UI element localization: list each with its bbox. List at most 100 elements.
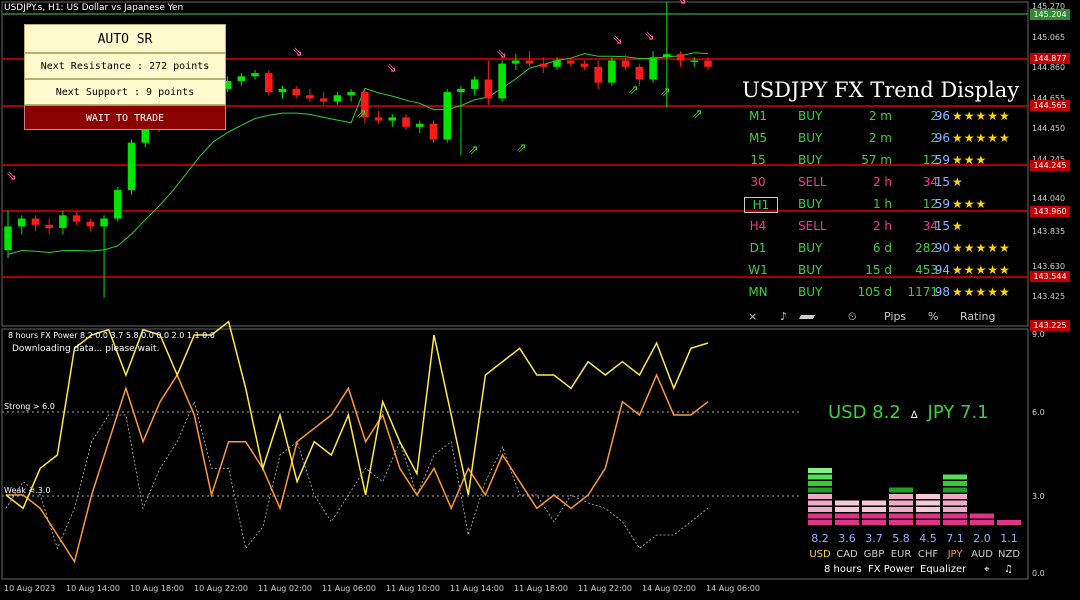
price-axis-label: 144.040 [1032, 194, 1066, 203]
candle-body [86, 221, 95, 227]
equalizer-segment [916, 494, 940, 499]
price-axis-label: 143.630 [1032, 262, 1066, 271]
time-axis-label: 11 Aug 10:00 [386, 584, 440, 593]
currency-name: CHF [917, 549, 939, 560]
equalizer-segment [997, 520, 1021, 525]
buy-arrow-icon: ⇗ [516, 141, 527, 156]
currency-name: JPY [947, 549, 963, 560]
duration-cell: 2 h [872, 175, 892, 189]
equalizer-segment [808, 468, 832, 473]
buy-arrow-icon: ⇗ [628, 83, 639, 98]
trend-row: M1 BUY 2 m 2 96 ★★★★★ [736, 106, 1036, 126]
sound-icon[interactable]: ♪ [780, 310, 787, 323]
duration-cell: 2 m [868, 131, 892, 145]
timeframe-cell[interactable]: W1 [744, 263, 772, 277]
candle-body [278, 88, 287, 93]
trend-row: W1 BUY 15 d 453 94 ★★★★★ [736, 260, 1036, 280]
equalizer-segment [943, 500, 967, 506]
candle-body [265, 73, 273, 93]
close-icon[interactable]: × [748, 310, 757, 323]
candle-body [306, 95, 314, 99]
buy-arrow-icon: ⇗ [468, 143, 479, 158]
equalizer-segment [889, 500, 913, 506]
timeframe-cell[interactable]: 15 [744, 153, 772, 167]
delta-icon: ∆ [910, 410, 918, 421]
equalizer-segment [889, 520, 913, 525]
auto-sr-button[interactable]: AUTO SR [24, 24, 226, 53]
equalizer-segment [835, 513, 859, 519]
candle-body [402, 117, 410, 127]
equalizer-value: 1.1 [1000, 532, 1018, 545]
percent-cell: 59 [934, 153, 950, 167]
percent-cell: 90 [934, 241, 950, 255]
candle-body [4, 226, 12, 251]
timeframe-cell[interactable]: H4 [744, 219, 772, 233]
duration-cell: 6 d [872, 241, 892, 255]
candle-body [292, 88, 301, 96]
sell-arrow-icon: ⇘ [6, 169, 17, 184]
signal-cell: SELL [798, 219, 827, 233]
equalizer-segment [916, 507, 940, 512]
equalizer-segment [835, 500, 859, 506]
sell-arrow-icon: ⇘ [676, 0, 687, 8]
equalizer-segment [970, 520, 994, 525]
timeframe-cell[interactable]: H1 [744, 197, 778, 213]
equalizer-label[interactable]: Equalizer [920, 564, 966, 575]
price-axis-label: 143.425 [1032, 292, 1066, 301]
candle-body [388, 117, 397, 121]
auto-sr-panel: AUTO SR Next Resistance : 272 points Nex… [24, 24, 226, 130]
equalizer-bars [808, 468, 1021, 525]
pair-strength: USD 8.2 ∆ JPY 7.1 [828, 402, 989, 423]
percent-cell: 96 [934, 131, 950, 145]
rating-cell: ★★★★★ [952, 285, 1011, 299]
equalizer-segment [889, 507, 913, 512]
equalizer-segment [889, 513, 913, 519]
time-axis-label: 14 Aug 06:00 [706, 584, 760, 593]
sell-arrow-icon: ⇘ [496, 47, 507, 62]
target-icon[interactable]: ⌖ [984, 564, 990, 575]
currency-name: GBP [863, 549, 885, 560]
candle-body [415, 123, 424, 127]
equalizer-segment [835, 507, 859, 512]
trend-row: D1 BUY 6 d 282 90 ★★★★★ [736, 238, 1036, 258]
fx-power-label[interactable]: FX Power [868, 564, 914, 575]
timeframe-cell[interactable]: M5 [744, 131, 772, 145]
rating-cell: ★ [952, 175, 964, 189]
candle-body [539, 63, 548, 67]
rating-cell: ★★★ [952, 153, 988, 167]
percent-cell: 96 [934, 109, 950, 123]
lower-axis-label: 3.0 [1032, 492, 1045, 501]
weak-label: Weak < 3.0 [4, 486, 51, 495]
next-support-label: Next Support : 9 points [24, 79, 226, 105]
signal-cell: BUY [798, 263, 823, 277]
power-lines [5, 320, 709, 564]
music-icon[interactable]: ♫ [1004, 564, 1013, 575]
rating-header: Rating [960, 310, 996, 323]
timeframe-cell[interactable]: D1 [744, 241, 772, 255]
equalizer-segment [862, 500, 886, 506]
candle-body [704, 60, 712, 67]
timeframe-cell[interactable]: MN [744, 285, 772, 299]
candle-body [580, 63, 589, 67]
candle-body [374, 117, 383, 121]
pips-header: Pips [884, 310, 907, 323]
candle-body [347, 92, 355, 96]
wait-to-trade-badge: WAIT TO TRADE [24, 105, 226, 130]
hours-label[interactable]: 8 hours [824, 564, 862, 575]
fx-power-title: 8 hours FX Power 8.2 0.0 3.7 5.8 0.0 0.0… [8, 331, 215, 340]
candle-body [31, 218, 40, 225]
price-axis-label: 143.835 [1032, 227, 1066, 236]
percent-header: % [928, 310, 939, 323]
timeframe-cell[interactable]: 30 [744, 175, 772, 189]
candle-body [59, 215, 67, 229]
equalizer-segment [862, 520, 886, 525]
equalizer-segment [808, 513, 832, 519]
candle-body [635, 66, 644, 80]
equalizer-segment [943, 520, 967, 525]
percent-cell: 98 [934, 285, 950, 299]
timeframe-cell[interactable]: M1 [744, 109, 772, 123]
lower-axis-label: 9.0 [1032, 330, 1045, 339]
percent-cell: 15 [934, 219, 950, 233]
trend-row: M5 BUY 2 m 2 96 ★★★★★ [736, 128, 1036, 148]
pencil-icon[interactable] [798, 315, 816, 319]
